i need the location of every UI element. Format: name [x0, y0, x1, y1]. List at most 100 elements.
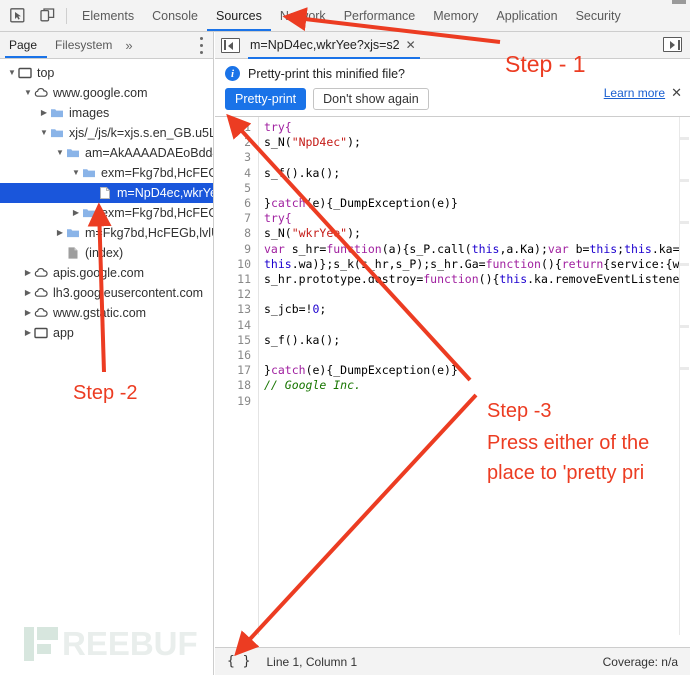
tree-item-label: exm=Fkg7bd,HcFEGb,: [101, 206, 213, 220]
editor-tabbar: m=NpD4ec,wkrYee?xjs=s2 ✕: [215, 32, 690, 59]
navigator-subtabbar: Page Filesystem »: [0, 32, 213, 59]
tab-sources[interactable]: Sources: [207, 0, 271, 32]
tree-item[interactable]: ▶m=NpD4ec,wkrYee?: [0, 183, 213, 203]
tree-item[interactable]: ▼ www.google.com: [0, 83, 213, 103]
file-gray-icon: [66, 246, 80, 260]
code-line: var s_hr=function(a){s_P.call(this,a.Ka)…: [264, 242, 690, 257]
chevron-right-icon[interactable]: ▶: [22, 303, 34, 323]
more-subtabs-icon[interactable]: »: [121, 38, 136, 53]
tab-memory[interactable]: Memory: [424, 0, 487, 32]
frame-icon: [34, 326, 48, 340]
line-number: 3: [244, 150, 251, 165]
chevron-right-icon[interactable]: ▶: [22, 263, 34, 283]
code-token: {service:{win: [603, 256, 690, 271]
dont-show-again-button[interactable]: Don't show again: [313, 88, 429, 110]
chevron-right-icon[interactable]: ▶: [54, 223, 66, 243]
code-token: // Google Inc.: [264, 378, 361, 393]
chevron-down-icon[interactable]: ▼: [38, 123, 50, 143]
code-token: }: [264, 196, 271, 211]
tree-item-label: m=Fkg7bd,HcFEGb,lvlUe: [85, 226, 213, 240]
line-number: 14: [237, 317, 251, 332]
code-token: );: [347, 135, 361, 150]
tree-item[interactable]: ▶ m=Fkg7bd,HcFEGb,lvlUe: [0, 223, 213, 243]
code-token: s_hr=: [284, 241, 327, 256]
tree-item[interactable]: ▶(index): [0, 243, 213, 263]
code-token: catch: [270, 196, 306, 211]
tree-item-label: www.google.com: [53, 86, 148, 100]
close-icon[interactable]: ✕: [671, 85, 682, 101]
tree-item[interactable]: ▼ top: [0, 63, 213, 83]
active-subtab-indicator: [5, 56, 47, 58]
coverage-status: Coverage: n/a: [602, 654, 678, 669]
tree-item[interactable]: ▶ images: [0, 103, 213, 123]
editor-status-bar: { } Line 1, Column 1 Coverage: n/a: [215, 647, 690, 675]
cloud-icon: [34, 306, 48, 320]
tab-performance[interactable]: Performance: [335, 0, 425, 32]
device-toolbar-icon[interactable]: [34, 3, 60, 29]
folder-icon: [82, 206, 96, 220]
tree-item[interactable]: ▼ am=AkAAAADAEoBdd4C: [0, 143, 213, 163]
chevron-right-icon[interactable]: ▶: [22, 283, 34, 303]
code-token: try{: [264, 211, 292, 226]
code-token: );: [347, 226, 361, 241]
editor-scrollbar[interactable]: [679, 117, 690, 635]
tab-console[interactable]: Console: [143, 0, 207, 32]
line-number: 11: [237, 272, 251, 287]
tree-item-label: exm=Fkg7bd,HcFEGb,: [101, 166, 213, 180]
line-number: 9: [244, 241, 251, 256]
chevron-down-icon[interactable]: ▼: [6, 63, 18, 83]
code-token: s_hr.prototype.destroy=: [264, 272, 424, 287]
tree-item[interactable]: ▼ xjs/_/js/k=xjs.s.en_GB.u5LI: [0, 123, 213, 143]
tree-item[interactable]: ▶ apis.google.com: [0, 263, 213, 283]
close-icon[interactable]: ✕: [406, 32, 416, 59]
tree-item-label: app: [53, 326, 74, 340]
chevron-right-icon[interactable]: ▶: [70, 203, 82, 223]
chevron-down-icon[interactable]: ▼: [54, 143, 66, 163]
tree-item-label: lh3.googleusercontent.com: [53, 286, 204, 300]
chevron-down-icon[interactable]: ▼: [70, 163, 82, 183]
tree-item[interactable]: ▶ lh3.googleusercontent.com: [0, 283, 213, 303]
code-line: try{: [264, 120, 690, 135]
code-editor[interactable]: 1 2 3 4 5 6 7 8 9 10 11 12 13 14 15 16 17 18 19 try{s_N("N…: [215, 117, 690, 635]
tab-application[interactable]: Application: [487, 0, 566, 32]
tab-elements[interactable]: Elements: [73, 0, 143, 32]
panel-expand-right-icon[interactable]: [663, 37, 682, 52]
panel-collapse-left-icon[interactable]: [221, 37, 240, 53]
code-token: }: [264, 363, 271, 378]
editor-file-tab-label: m=NpD4ec,wkrYee?xjs=s2: [250, 37, 400, 52]
pretty-print-braces-icon[interactable]: { }: [227, 654, 250, 669]
tree-item-label: top: [37, 66, 55, 80]
subtab-filesystem[interactable]: Filesystem: [46, 32, 121, 59]
tab-security[interactable]: Security: [567, 0, 630, 32]
code-line: s_hr.prototype.destroy=function(){this.k…: [264, 272, 690, 287]
chevron-right-icon[interactable]: ▶: [22, 323, 34, 343]
code-token: b=: [568, 241, 590, 256]
tree-item[interactable]: ▶ www.gstatic.com: [0, 303, 213, 323]
file-icon: [98, 186, 112, 200]
code-line: s_jcb=!0;: [264, 302, 690, 317]
code-line: s_N("wkrYee");: [264, 226, 690, 241]
editor-file-tab[interactable]: m=NpD4ec,wkrYee?xjs=s2 ✕: [240, 32, 422, 59]
pretty-print-button[interactable]: Pretty-print: [225, 88, 307, 110]
line-number: 5: [244, 180, 251, 195]
code-token: function: [485, 256, 541, 271]
code-token: (){: [540, 256, 562, 271]
tree-item-label: m=NpD4ec,wkrYee?: [117, 186, 213, 200]
cursor-position: Line 1, Column 1: [266, 654, 358, 669]
tab-network[interactable]: Network: [271, 0, 335, 32]
kebab-menu-icon[interactable]: [200, 37, 203, 54]
learn-more-link[interactable]: Learn more: [604, 86, 665, 100]
code-token: (){: [478, 272, 500, 287]
chevron-right-icon[interactable]: ▶: [38, 103, 50, 123]
chevron-down-icon[interactable]: ▼: [22, 83, 34, 103]
tree-item[interactable]: ▶ app: [0, 323, 213, 343]
tree-item[interactable]: ▼ exm=Fkg7bd,HcFEGb,: [0, 163, 213, 183]
subtab-page[interactable]: Page: [0, 32, 46, 59]
line-number: 19: [237, 393, 251, 408]
tree-item[interactable]: ▶ exm=Fkg7bd,HcFEGb,: [0, 203, 213, 223]
code-line: }catch(e){_DumpException(e)}: [264, 196, 690, 211]
code-token: catch: [270, 363, 306, 378]
code-content[interactable]: try{s_N("NpD4ec"); s_f().ka(); }catch(e)…: [259, 117, 690, 635]
inspect-element-icon[interactable]: [4, 3, 30, 29]
